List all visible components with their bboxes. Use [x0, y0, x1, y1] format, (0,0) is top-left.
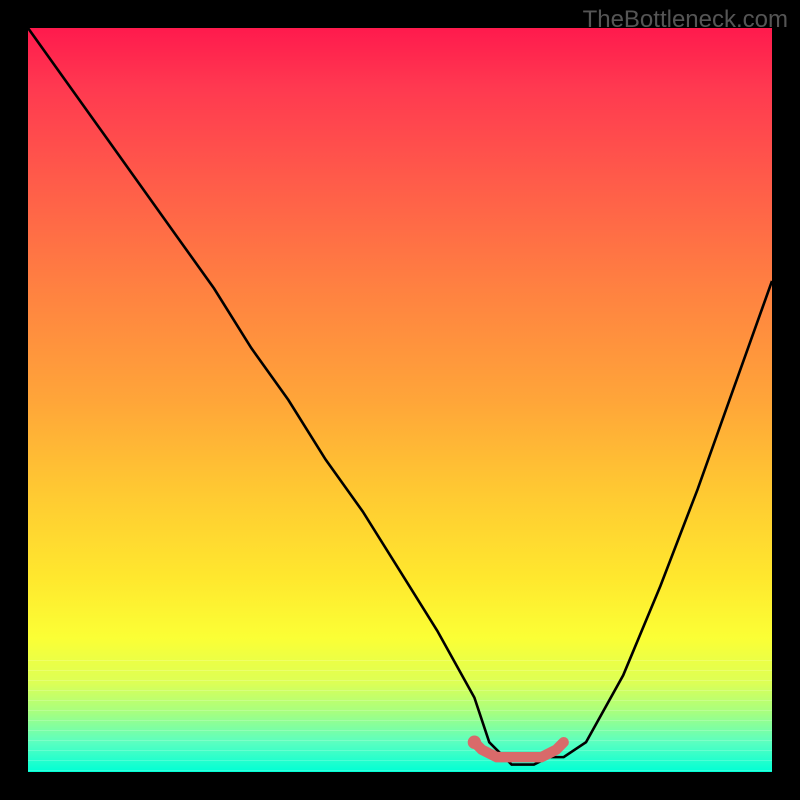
- chart-svg: [28, 28, 772, 772]
- watermark-text: TheBottleneck.com: [583, 6, 788, 34]
- chart-plot-area: [28, 28, 772, 772]
- chart-marker-band: [474, 742, 563, 757]
- chart-marker-dot: [468, 736, 481, 749]
- chart-curve-line: [28, 28, 772, 765]
